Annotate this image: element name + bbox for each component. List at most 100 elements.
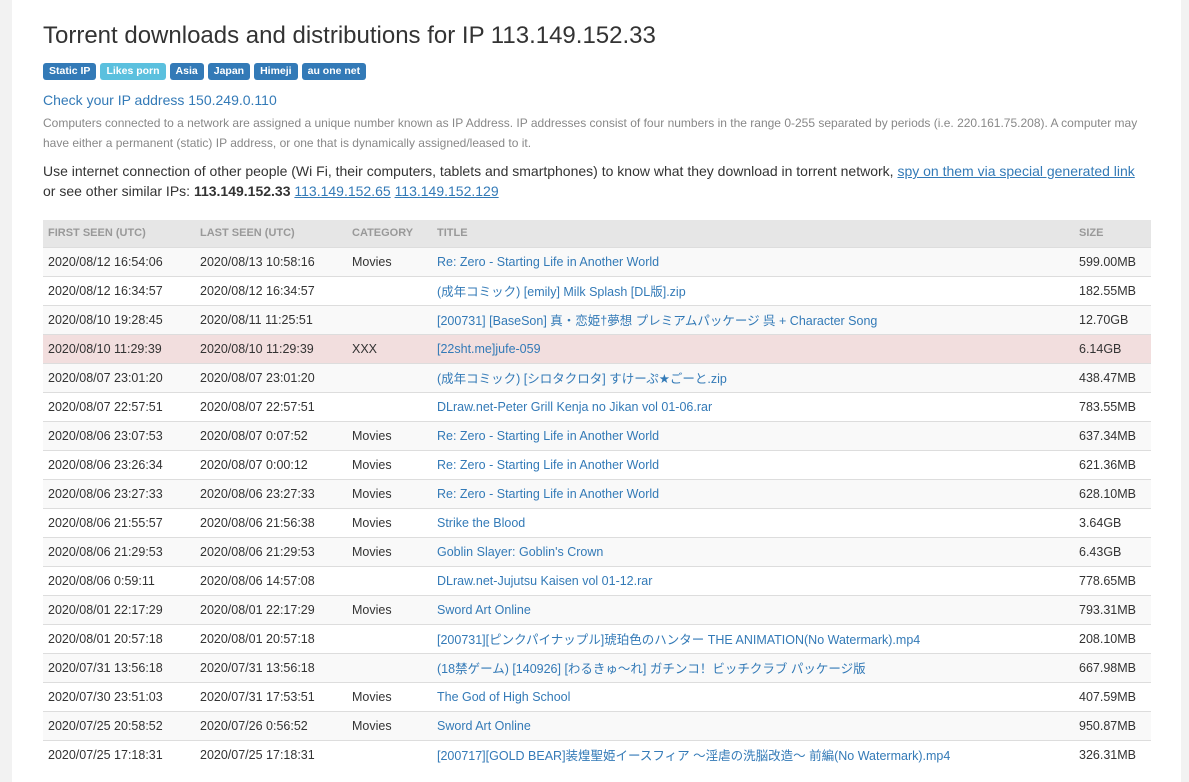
last-seen-cell: 2020/08/13 10:58:16 — [195, 246, 347, 276]
title-cell: Strike the Blood — [432, 507, 1074, 537]
size-cell: 621.36MB — [1074, 449, 1151, 479]
torrent-title-link[interactable]: Sword Art Online — [437, 719, 531, 733]
title-cell: Sword Art Online — [432, 710, 1074, 740]
badge-likes-porn: Likes porn — [100, 63, 166, 80]
table-row: 2020/08/12 16:34:57 2020/08/12 16:34:57 (成… — [43, 275, 1151, 305]
size-cell: 778.65MB — [1074, 565, 1151, 595]
category-cell: Movies — [347, 536, 432, 566]
last-seen-cell: 2020/08/07 22:57:51 — [195, 391, 347, 421]
first-seen-cell: 2020/08/12 16:34:57 — [43, 275, 195, 305]
size-cell: 950.87MB — [1074, 710, 1151, 740]
table-header-row: FIRST SEEN (UTC) LAST SEEN (UTC) CATEGOR… — [43, 220, 1151, 248]
column-header-category: CATEGORY — [347, 220, 432, 248]
first-seen-cell: 2020/08/06 23:26:34 — [43, 449, 195, 479]
column-header-size: SIZE — [1074, 220, 1151, 248]
size-cell: 326.31MB — [1074, 739, 1151, 769]
torrent-title-link[interactable]: (18禁ゲーム) [140926] [わるきゅ～れ] ガチンコ！ビッチクラブ パ… — [437, 662, 866, 676]
first-seen-cell: 2020/07/31 13:56:18 — [43, 652, 195, 682]
category-cell — [347, 391, 432, 421]
size-cell: 793.31MB — [1074, 594, 1151, 624]
torrent-title-link[interactable]: Re: Zero - Starting Life in Another Worl… — [437, 255, 659, 269]
torrent-title-link[interactable]: DLraw.net-Jujutsu Kaisen vol 01-12.rar — [437, 574, 652, 588]
torrent-title-link[interactable]: [200731][ピンクパイナップル]琥珀色のハンター THE ANIMATIO… — [437, 633, 920, 647]
torrent-title-link[interactable]: Re: Zero - Starting Life in Another Worl… — [437, 429, 659, 443]
first-seen-cell: 2020/08/10 19:28:45 — [43, 304, 195, 334]
last-seen-cell: 2020/07/25 17:18:31 — [195, 739, 347, 769]
torrent-title-link[interactable]: Re: Zero - Starting Life in Another Worl… — [437, 458, 659, 472]
title-cell: [22sht.me]jufe-059 — [432, 333, 1074, 363]
table-row: 2020/08/07 22:57:51 2020/08/07 22:57:51 DL… — [43, 391, 1151, 421]
torrent-title-link[interactable]: Goblin Slayer: Goblin's Crown — [437, 545, 603, 559]
title-cell: [200731][ピンクパイナップル]琥珀色のハンター THE ANIMATIO… — [432, 623, 1074, 653]
title-cell: DLraw.net-Peter Grill Kenja no Jikan vol… — [432, 391, 1074, 421]
table-row: 2020/07/25 20:58:52 2020/07/26 0:56:52 Mov… — [43, 710, 1151, 740]
similar-ip-link[interactable]: 113.149.152.129 — [395, 183, 499, 199]
last-seen-cell: 2020/08/11 11:25:51 — [195, 304, 347, 334]
current-ip: 113.149.152.33 — [193, 183, 291, 199]
table-row: 2020/08/06 23:27:33 2020/08/06 23:27:33 Mo… — [43, 478, 1151, 508]
last-seen-cell: 2020/07/26 0:56:52 — [195, 710, 347, 740]
first-seen-cell: 2020/08/06 21:55:57 — [43, 507, 195, 537]
badge-static-ip: Static IP — [43, 63, 97, 80]
torrent-title-link[interactable]: (成年コミック) [emily] Milk Splash [DL版].zip — [437, 285, 686, 299]
size-cell: 182.55MB — [1074, 275, 1151, 305]
last-seen-cell: 2020/08/06 14:57:08 — [195, 565, 347, 595]
title-cell: Re: Zero - Starting Life in Another Worl… — [432, 246, 1074, 276]
torrent-title-link[interactable]: DLraw.net-Peter Grill Kenja no Jikan vol… — [437, 400, 712, 414]
last-seen-cell: 2020/08/01 22:17:29 — [195, 594, 347, 624]
torrent-title-link[interactable]: Re: Zero - Starting Life in Another Worl… — [437, 487, 659, 501]
size-cell: 637.34MB — [1074, 420, 1151, 450]
size-cell: 407.59MB — [1074, 681, 1151, 711]
table-row: 2020/08/12 16:54:06 2020/08/13 10:58:16 Mo… — [43, 246, 1151, 276]
first-seen-cell: 2020/07/30 23:51:03 — [43, 681, 195, 711]
tag-badges: Static IP Likes porn Asia Japan Himeji a… — [43, 63, 367, 80]
spy-link[interactable]: spy on them via special generated link — [897, 163, 1134, 179]
badge-japan: Japan — [207, 63, 251, 80]
torrent-title-link[interactable]: [200717][GOLD BEAR]装煌聖姫イースフィア ～淫虐の洗脳改造～ … — [437, 749, 950, 763]
last-seen-cell: 2020/08/07 0:07:52 — [195, 420, 347, 450]
size-cell: 628.10MB — [1074, 478, 1151, 508]
spy-text: Use internet connection of other people … — [43, 163, 894, 179]
torrent-title-link[interactable]: Strike the Blood — [437, 516, 525, 530]
torrent-title-link[interactable]: The God of High School — [437, 690, 570, 704]
torrent-title-link[interactable]: [22sht.me]jufe-059 — [437, 342, 541, 356]
last-seen-cell: 2020/08/06 23:27:33 — [195, 478, 347, 508]
category-cell: XXX — [347, 333, 432, 363]
category-cell — [347, 275, 432, 305]
last-seen-cell: 2020/08/06 21:29:53 — [195, 536, 347, 566]
torrent-title-link[interactable]: [200731] [BaseSon] 真・恋姫†夢想 プレミアムパッケージ 呉 … — [437, 314, 877, 328]
first-seen-cell: 2020/08/06 21:29:53 — [43, 536, 195, 566]
torrent-title-link[interactable]: (成年コミック) [シロタクロタ] すけーぷ★ごーと.zip — [437, 372, 727, 386]
title-cell: [200731] [BaseSon] 真・恋姫†夢想 プレミアムパッケージ 呉 … — [432, 304, 1074, 334]
category-cell — [347, 304, 432, 334]
check-ip-link[interactable]: Check your IP address 150.249.0.110 — [43, 92, 277, 108]
table-row: 2020/07/25 17:18:31 2020/07/25 17:18:31 [2… — [43, 739, 1151, 769]
size-cell: 6.43GB — [1074, 536, 1151, 566]
column-header-first-seen: FIRST SEEN (UTC) — [43, 220, 195, 248]
table-row: 2020/08/10 11:29:39 2020/08/10 11:29:39 XX… — [43, 333, 1151, 363]
badge-asia: Asia — [169, 63, 204, 80]
size-cell: 3.64GB — [1074, 507, 1151, 537]
last-seen-cell: 2020/08/12 16:34:57 — [195, 275, 347, 305]
torrent-title-link[interactable]: Sword Art Online — [437, 603, 531, 617]
title-cell: [200717][GOLD BEAR]装煌聖姫イースフィア ～淫虐の洗脳改造～ … — [432, 739, 1074, 769]
first-seen-cell: 2020/07/25 20:58:52 — [43, 710, 195, 740]
size-cell: 438.47MB — [1074, 362, 1151, 392]
table-row: 2020/08/10 19:28:45 2020/08/11 11:25:51 [2… — [43, 304, 1151, 334]
table-row: 2020/08/06 0:59:11 2020/08/06 14:57:08 DLr… — [43, 565, 1151, 595]
category-cell — [347, 362, 432, 392]
badge-himeji: Himeji — [254, 63, 298, 80]
category-cell — [347, 565, 432, 595]
table-row: 2020/08/01 20:57:18 2020/08/01 20:57:18 [2… — [43, 623, 1151, 653]
category-cell: Movies — [347, 449, 432, 479]
first-seen-cell: 2020/08/06 23:07:53 — [43, 420, 195, 450]
table-body: 2020/08/12 16:54:06 2020/08/13 10:58:16 Mo… — [43, 246, 1151, 769]
badge-isp: au one net — [301, 63, 367, 80]
first-seen-cell: 2020/08/07 23:01:20 — [43, 362, 195, 392]
first-seen-cell: 2020/08/06 23:27:33 — [43, 478, 195, 508]
title-cell: Sword Art Online — [432, 594, 1074, 624]
title-cell: DLraw.net-Jujutsu Kaisen vol 01-12.rar — [432, 565, 1074, 595]
title-cell: (成年コミック) [emily] Milk Splash [DL版].zip — [432, 275, 1074, 305]
similar-ip-link[interactable]: 113.149.152.65 — [294, 183, 390, 199]
title-cell: The God of High School — [432, 681, 1074, 711]
